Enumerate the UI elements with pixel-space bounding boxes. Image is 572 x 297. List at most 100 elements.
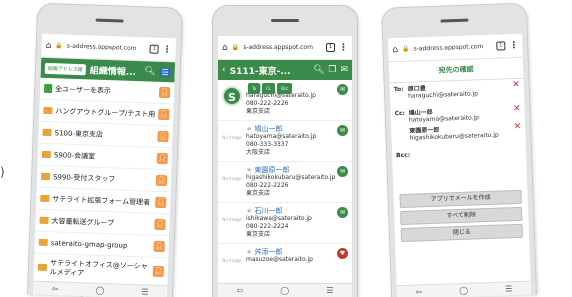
phone-contact-list: ⌂ 🔒 s-address.appspot.com 1 ⋮ ‹ S111-東京-… xyxy=(212,5,358,297)
recipient-entry: 鳩山一郎 hatoyama@sateraito.jp ✕ xyxy=(409,104,521,124)
folder-icon xyxy=(43,106,53,115)
android-nav-bar: ⇦ ◯ ☰ xyxy=(396,280,532,297)
no-image-placeholder: No Image xyxy=(222,258,242,263)
recent-apps-icon[interactable]: ☰ xyxy=(326,286,333,295)
recipient-entry: 原口豊 haraguchi@sateraito.jp ✕ xyxy=(407,80,520,100)
org-list-item-label: S900-会議室 xyxy=(53,150,96,161)
phone-org-list: ⌂ 🔒 s-address.appspot.com 1 ⋮ 組織アドレス帳 組織… xyxy=(26,2,184,297)
search-icon[interactable]: 🔍︎ xyxy=(313,65,324,75)
contact-item[interactable]: No Image ★ 石川一郎 ishikawa@sateraito.jp 080-2… xyxy=(218,203,352,244)
person-icon[interactable]: 👤︎ xyxy=(156,152,168,165)
folder-icon xyxy=(38,238,48,247)
delete-all-button[interactable]: すべて削除 xyxy=(400,206,523,226)
recipient-type-popup: To Cc Bcc xyxy=(248,83,293,94)
tab-count-button[interactable]: 1 xyxy=(149,44,159,54)
url-field[interactable]: s-address.appspot.com xyxy=(413,43,492,52)
star-icon[interactable]: ★ xyxy=(246,125,255,133)
list-icon[interactable]: ☰ xyxy=(159,67,171,77)
contact-email: masuzoe@sateraito.jp xyxy=(246,256,313,263)
person-icon[interactable]: 👤︎ xyxy=(158,86,171,99)
home-icon[interactable]: ⌂ xyxy=(45,40,51,50)
url-field[interactable]: s-address.appspot.com xyxy=(243,44,322,51)
tab-count-button[interactable]: 1 xyxy=(496,41,506,51)
bcc-label: Bcc: xyxy=(396,151,411,160)
person-icon[interactable]: 👤︎ xyxy=(158,108,170,121)
remove-recipient-icon[interactable]: ✕ xyxy=(513,122,522,138)
back-icon[interactable]: ⇦ xyxy=(415,287,422,296)
folder-icon xyxy=(42,128,52,137)
screen: ⌂ 🔒 s-address.appspot.com 1 ⋮ ‹ S111-東京-… xyxy=(218,36,352,297)
person-icon[interactable]: 👤︎ xyxy=(155,174,168,187)
add-bcc-button[interactable]: Bcc xyxy=(277,83,293,94)
contact-item[interactable]: No Image ★ 舛添一郎 masuzoe@sateraito.jp ♥ xyxy=(218,244,352,284)
person-icon[interactable]: 👤︎ xyxy=(153,240,165,253)
home-icon[interactable]: ⌂ xyxy=(222,43,228,53)
more-menu-icon[interactable]: ⋮ xyxy=(509,40,518,50)
close-button[interactable]: 閉じる xyxy=(400,223,524,243)
contact-info: ★ 東園原一郎 higashikokubaru@sateraito.jp 080-2… xyxy=(246,166,348,198)
person-icon[interactable]: 👤︎ xyxy=(152,265,165,278)
gift-icon[interactable]: ♥ xyxy=(337,248,348,259)
tab-count-button[interactable]: 1 xyxy=(326,43,335,52)
mail-icon[interactable]: ✉ xyxy=(337,207,348,218)
back-chevron-icon[interactable]: ‹ xyxy=(222,65,226,75)
star-icon[interactable]: ★ xyxy=(246,166,255,174)
search-icon[interactable]: 🔍︎ xyxy=(144,66,156,76)
org-list-item-label: ハングアウトグループ/テスト用 xyxy=(55,106,156,119)
contact-item[interactable]: S★ 原口haraguchi@sateraito.jp080-222-2226東… xyxy=(218,80,352,121)
copy-icon[interactable]: ❐ xyxy=(328,65,336,75)
back-icon[interactable]: ⇦ xyxy=(52,284,59,293)
compose-in-app-button[interactable]: アプリでメールを作成 xyxy=(399,189,522,209)
lock-icon: 🔒 xyxy=(55,42,63,50)
folder-icon xyxy=(39,216,49,225)
org-address-tag[interactable]: 組織アドレス帳 xyxy=(44,62,87,75)
contact-branch: 東京支店 xyxy=(246,190,271,197)
mail-icon[interactable]: ✉ xyxy=(340,65,348,75)
recent-apps-icon[interactable]: ☰ xyxy=(141,287,148,296)
org-list-item-label: サテライトオフィス@ソーシャルメディア xyxy=(49,258,148,277)
contact-item[interactable]: No Image ★ 東園原一郎 higashikokubaru@sateraito… xyxy=(218,162,352,203)
contact-info: ★ 舛添一郎 masuzoe@sateraito.jp xyxy=(246,248,348,279)
add-cc-button[interactable]: Cc xyxy=(262,83,276,94)
sateraito-logo-icon: S xyxy=(222,86,242,106)
contact-name[interactable]: 石川一郎 xyxy=(255,207,283,215)
org-list-item-label: サテライト拡張フォーム管理者 xyxy=(52,194,151,207)
contact-item[interactable]: No Image ★ 鳩山一郎 hatoyama@sateraito.jp 080-3… xyxy=(218,121,352,162)
contact-name[interactable]: 東園原一郎 xyxy=(255,166,290,174)
person-icon[interactable]: 👤︎ xyxy=(157,130,169,143)
speaker xyxy=(95,18,124,23)
contact-branch: 東京支店 xyxy=(246,108,271,115)
recent-apps-icon[interactable]: ☰ xyxy=(505,284,512,293)
person-icon[interactable]: 👤︎ xyxy=(154,218,166,231)
cc-label: Cc: xyxy=(394,109,406,118)
home-nav-icon[interactable]: ◯ xyxy=(280,286,289,295)
contact-name[interactable]: 舛添一郎 xyxy=(255,248,283,256)
org-list-item-label: 全ユーザーを表示 xyxy=(55,84,112,95)
no-image-placeholder: No Image xyxy=(222,176,242,181)
url-field[interactable]: s-address.appspot.com xyxy=(67,43,146,53)
speaker xyxy=(271,19,299,22)
star-icon[interactable]: ★ xyxy=(246,248,255,256)
bcc-field: Bcc: xyxy=(392,145,527,192)
mail-icon[interactable]: ✉ xyxy=(337,84,348,95)
home-nav-icon[interactable]: ◯ xyxy=(95,286,104,295)
recipient-email: haraguchi@sateraito.jp xyxy=(407,90,479,100)
contact-info: ★ 鳩山一郎 hatoyama@sateraito.jp 080-333-3337 大… xyxy=(246,125,348,157)
back-icon[interactable]: ⇦ xyxy=(237,286,244,295)
star-icon[interactable]: ★ xyxy=(246,207,255,215)
mail-icon[interactable]: ✉ xyxy=(337,166,348,177)
home-icon[interactable]: ⌂ xyxy=(392,45,398,55)
recipient-entry: 東園原一郎 higashikokubaru@sateraito.jp ✕ xyxy=(409,122,522,142)
folder-icon xyxy=(40,172,51,181)
contact-name[interactable]: 鳩山一郎 xyxy=(255,125,283,133)
contact-branch: 東京支店 xyxy=(246,231,271,238)
mail-icon[interactable]: ✉ xyxy=(337,125,348,136)
add-to-button[interactable]: To xyxy=(248,83,261,94)
person-icon[interactable]: 👤︎ xyxy=(155,196,167,209)
more-menu-icon[interactable]: ⋮ xyxy=(339,43,348,53)
more-menu-icon[interactable]: ⋮ xyxy=(162,44,171,54)
home-nav-icon[interactable]: ◯ xyxy=(459,286,468,295)
screen: ⌂ 🔒 s-address.appspot.com 1 ⋮ 組織アドレス帳 組織… xyxy=(32,33,176,297)
remove-recipient-icon[interactable]: ✕ xyxy=(512,80,520,96)
remove-recipient-icon[interactable]: ✕ xyxy=(513,104,521,120)
